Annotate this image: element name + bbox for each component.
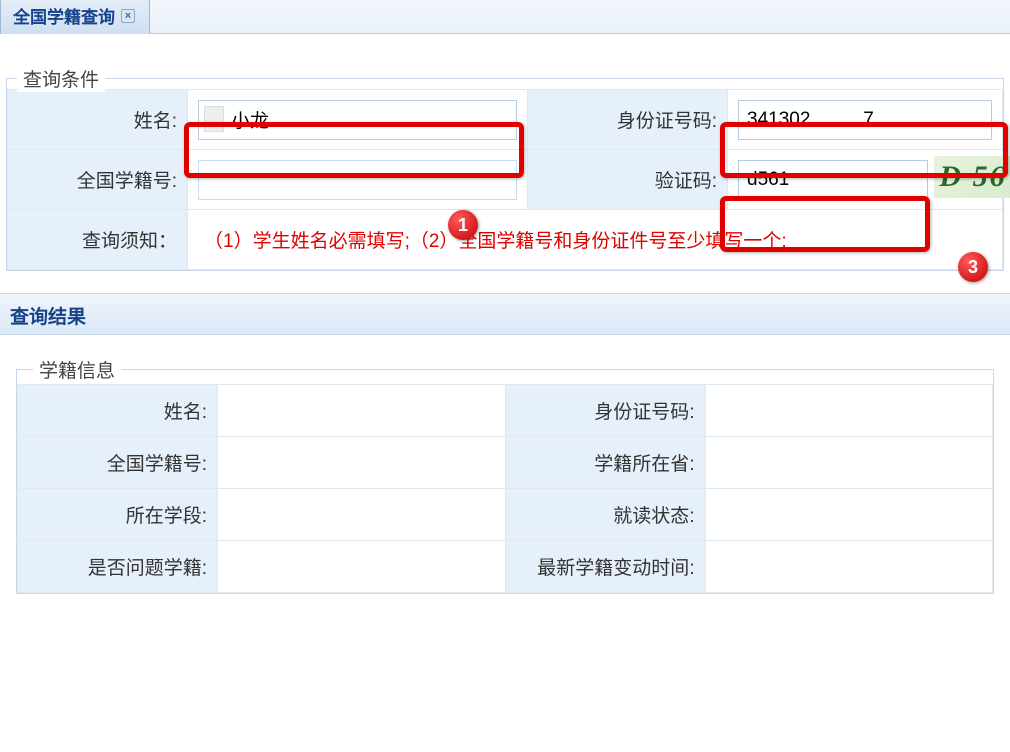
info-value-problem — [218, 541, 506, 593]
info-label-province: 学籍所在省: — [505, 437, 705, 489]
query-form-table: 姓名: 身份证号码: 全国学籍号: — [7, 89, 1003, 270]
info-label-problem: 是否问题学籍: — [18, 541, 218, 593]
national-student-id-input[interactable] — [198, 160, 517, 200]
results-header-title: 查询结果 — [10, 307, 86, 328]
label-id-number: 身份证号码: — [528, 90, 728, 150]
query-conditions-panel: 查询条件 姓名: 身份证号码: — [6, 78, 1004, 271]
captcha-input[interactable] — [738, 160, 928, 200]
student-info-table: 姓名: 身份证号码: 全国学籍号: 学籍所在省: 所在学段: 就读状态: 是否问… — [17, 384, 993, 593]
label-name: 姓名: — [8, 90, 188, 150]
tab-bar: 全国学籍查询 × — [0, 0, 1010, 34]
student-info-panel: 学籍信息 姓名: 身份证号码: 全国学籍号: 学籍所在省: 所在学 — [16, 369, 994, 594]
results-header: 查询结果 — [0, 293, 1010, 335]
info-label-last-change: 最新学籍变动时间: — [505, 541, 705, 593]
label-national-student-id: 全国学籍号: — [8, 150, 188, 210]
name-prefix-icon — [204, 106, 224, 132]
info-value-id-number — [705, 385, 993, 437]
tab-national-student-query[interactable]: 全国学籍查询 × — [0, 0, 150, 34]
query-conditions-legend: 查询条件 — [17, 65, 105, 92]
student-info-legend: 学籍信息 — [33, 356, 121, 383]
info-value-stage — [218, 489, 506, 541]
label-captcha: 验证码: — [528, 150, 728, 210]
info-label-status: 就读状态: — [505, 489, 705, 541]
name-input[interactable] — [198, 100, 517, 140]
tab-title: 全国学籍查询 — [13, 3, 115, 28]
notice-text: （1）学生姓名必需填写;（2）全国学籍号和身份证件号至少填写一个; — [198, 231, 787, 252]
label-notice: 查询须知： — [8, 210, 188, 270]
info-value-national-id — [218, 437, 506, 489]
info-value-last-change — [705, 541, 993, 593]
info-value-province — [705, 437, 993, 489]
close-icon[interactable]: × — [121, 9, 135, 23]
info-label-id-number: 身份证号码: — [505, 385, 705, 437]
info-value-name — [218, 385, 506, 437]
info-label-national-id: 全国学籍号: — [18, 437, 218, 489]
captcha-image[interactable]: D 56 — [934, 156, 1010, 198]
info-label-stage: 所在学段: — [18, 489, 218, 541]
id-number-input[interactable] — [738, 100, 992, 140]
info-label-name: 姓名: — [18, 385, 218, 437]
info-value-status — [705, 489, 993, 541]
